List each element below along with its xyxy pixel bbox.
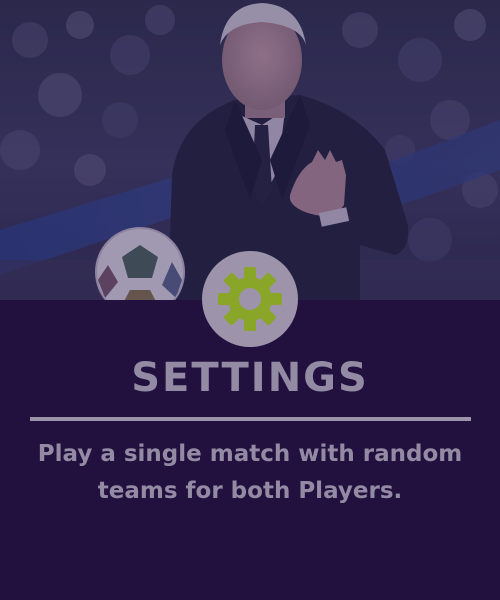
divider <box>30 417 471 421</box>
card-title: SETTINGS <box>131 355 369 401</box>
settings-badge <box>202 251 298 347</box>
gear-icon <box>218 267 282 331</box>
mode-card[interactable]: SETTINGS Play a single match with random… <box>0 0 500 600</box>
card-description: Play a single match with random teams fo… <box>37 441 463 504</box>
